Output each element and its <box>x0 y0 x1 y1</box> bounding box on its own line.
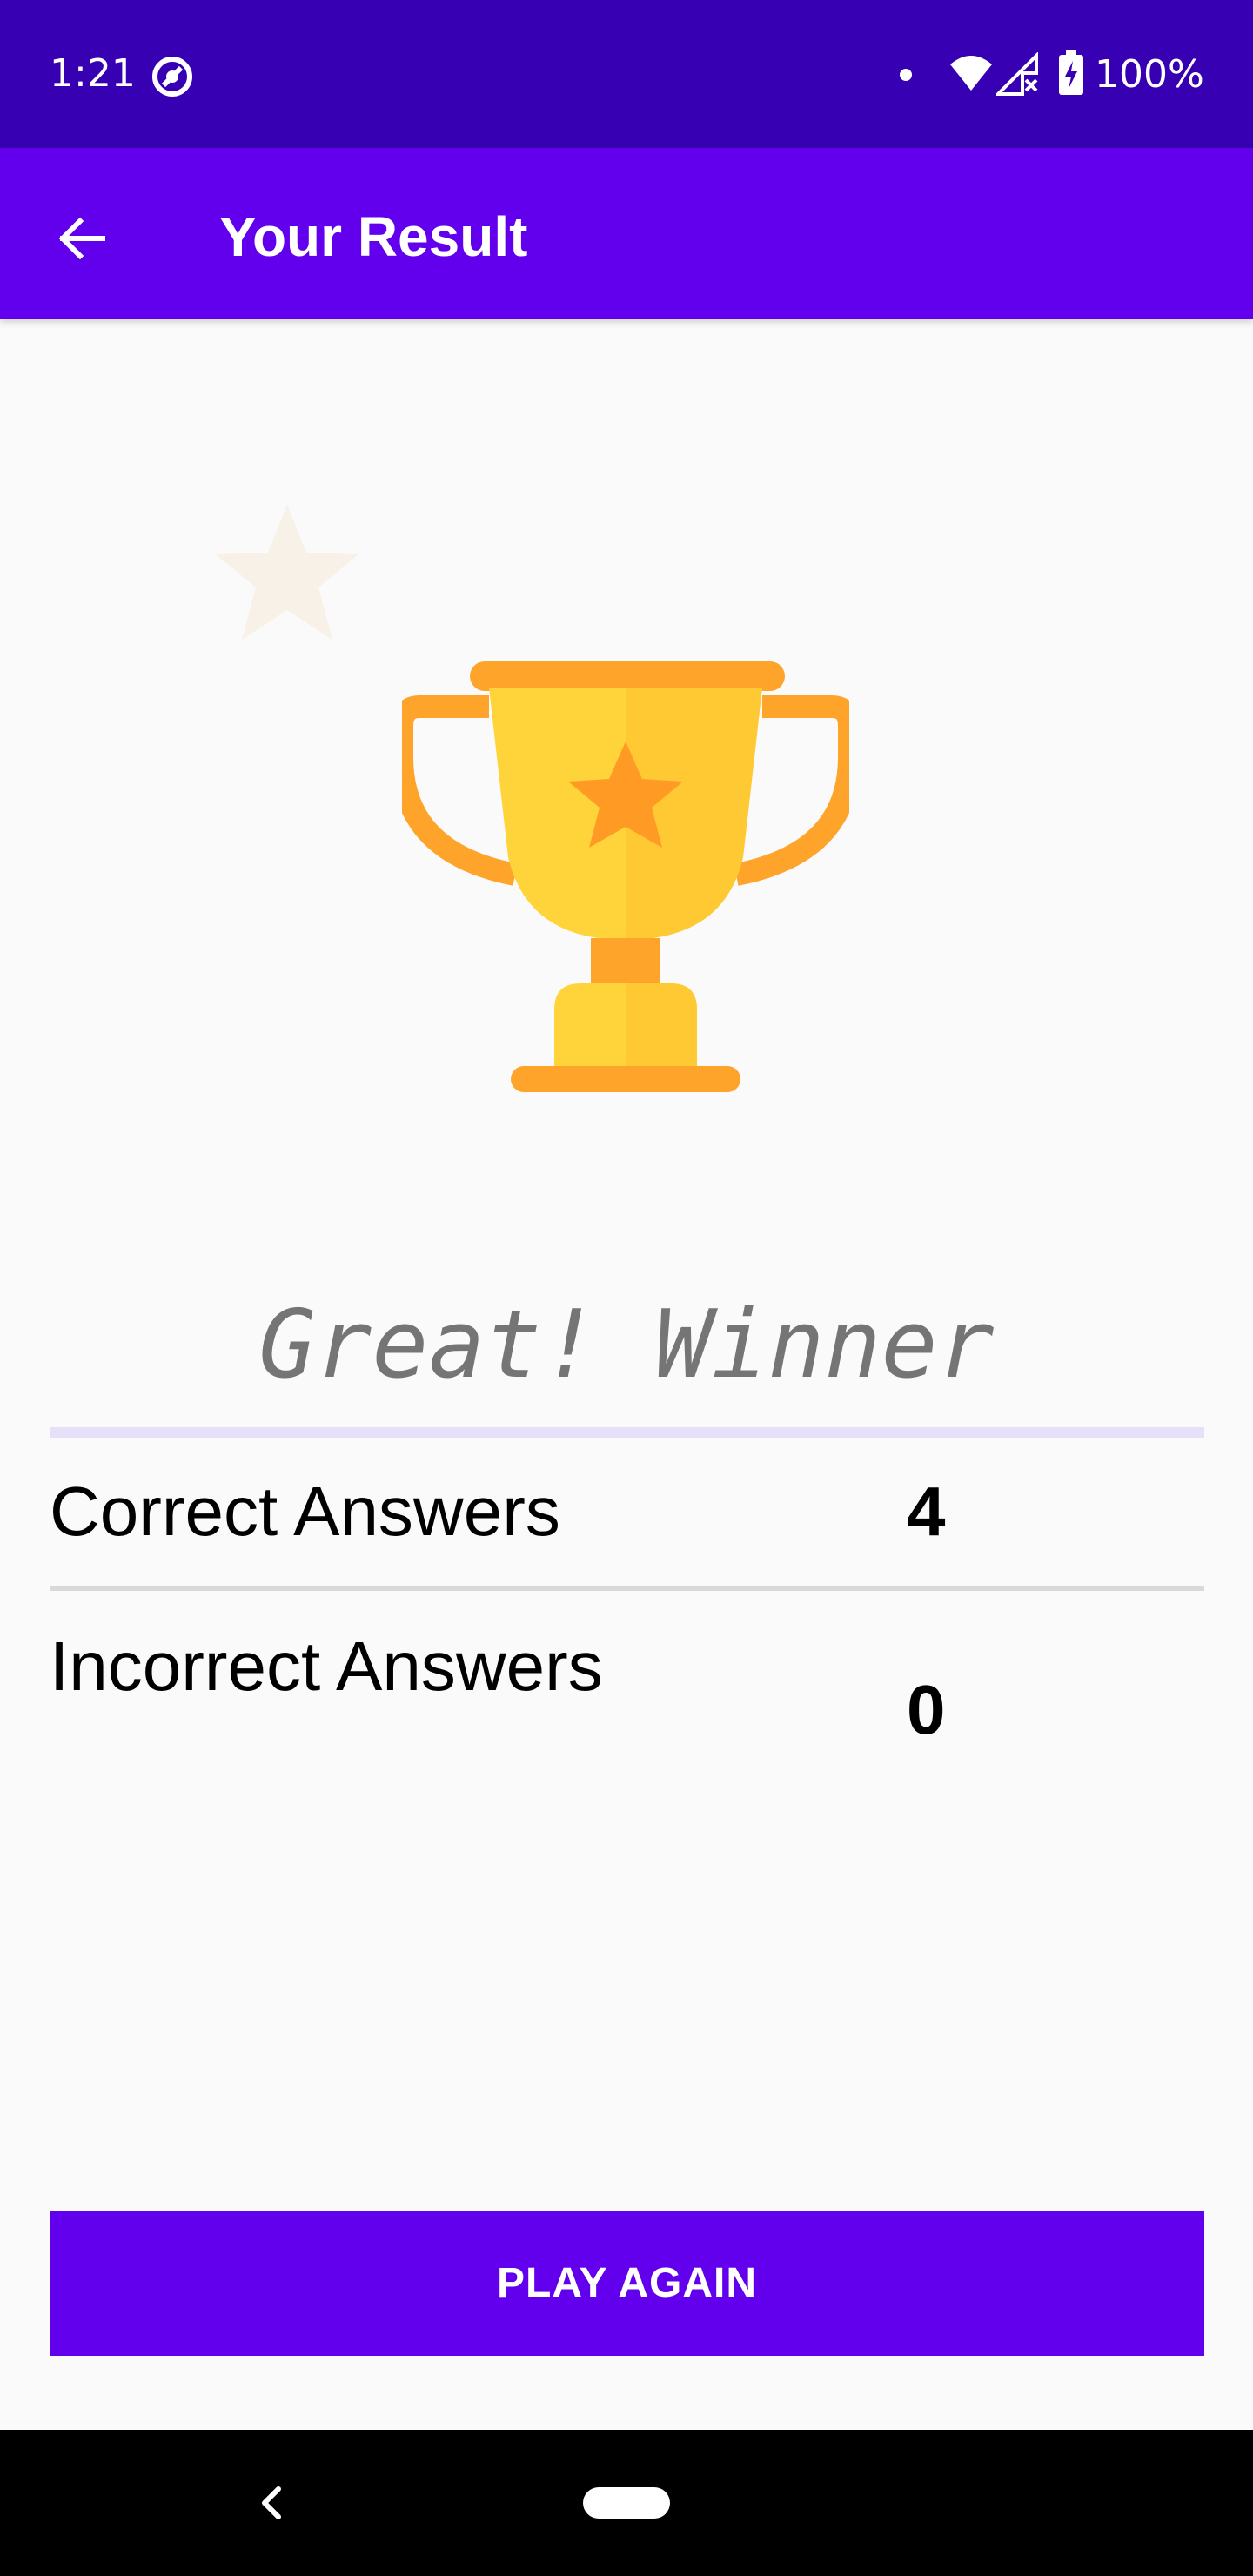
trophy-icon <box>402 661 849 1092</box>
result-headline: Great! Winner <box>258 1291 995 1399</box>
page-title: Your Result <box>219 205 528 268</box>
correct-answers-label: Correct Answers <box>50 1472 560 1550</box>
back-button[interactable] <box>45 202 122 278</box>
signal-icon <box>996 52 1038 96</box>
app-bar: Your Result <box>0 148 1253 319</box>
incorrect-answers-row: Incorrect Answers 0 <box>50 1624 1204 1798</box>
navigation-bar <box>0 2430 1253 2576</box>
status-time: 1:21 <box>50 51 136 96</box>
wifi-icon <box>950 56 992 91</box>
status-bar: 1:21 100% <box>0 0 1253 148</box>
correct-answers-value: 4 <box>907 1472 946 1550</box>
row-divider <box>50 1586 1204 1591</box>
play-again-button[interactable]: PLAY AGAIN <box>50 2211 1204 2356</box>
notification-dot-icon <box>900 69 912 81</box>
incorrect-answers-value: 0 <box>907 1671 946 1748</box>
battery-percentage: 100% <box>1095 52 1204 97</box>
app-notification-icon <box>152 57 192 97</box>
battery-charging-icon <box>1059 50 1083 95</box>
correct-answers-row: Correct Answers 4 <box>50 1469 1204 1582</box>
arrow-left-icon <box>58 217 105 260</box>
headline-divider <box>50 1427 1204 1438</box>
chevron-left-icon[interactable] <box>244 2465 299 2541</box>
incorrect-answers-label: Incorrect Answers <box>50 1627 603 1705</box>
star-icon <box>216 505 358 640</box>
home-pill-icon[interactable] <box>583 2487 670 2519</box>
